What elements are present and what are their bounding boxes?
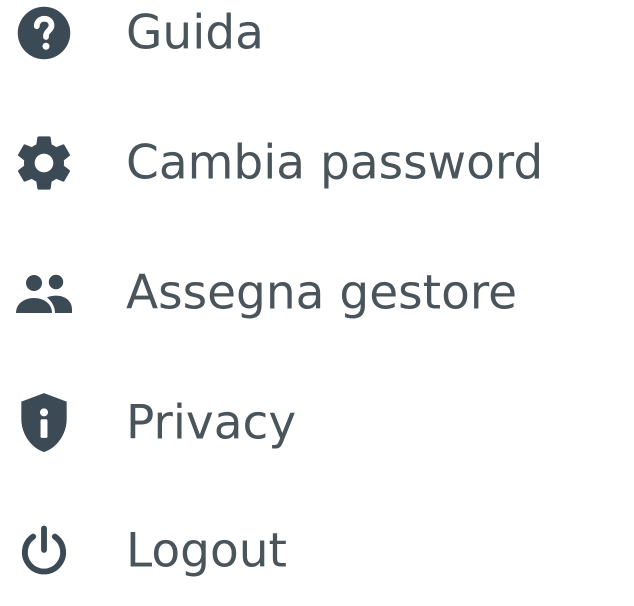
menu-item-assegna-gestore[interactable]: Assegna gestore	[0, 238, 634, 348]
menu-item-guida[interactable]: Guida	[0, 0, 634, 88]
gear-icon	[12, 131, 76, 195]
menu-item-label: Cambia password	[126, 135, 544, 191]
menu-item-label: Logout	[126, 523, 287, 579]
power-icon	[12, 519, 76, 583]
menu-item-label: Guida	[126, 5, 264, 61]
menu-item-privacy[interactable]: Privacy	[0, 368, 634, 478]
menu-item-logout[interactable]: Logout	[0, 496, 634, 606]
shield-info-icon	[12, 391, 76, 455]
people-icon	[12, 261, 76, 325]
help-circle-icon	[12, 1, 76, 65]
menu-item-label: Privacy	[126, 395, 297, 451]
user-menu: Guida Cambia password Assegna gestore Pr…	[0, 0, 634, 585]
menu-item-cambia-password[interactable]: Cambia password	[0, 108, 634, 218]
menu-item-label: Assegna gestore	[126, 265, 518, 321]
